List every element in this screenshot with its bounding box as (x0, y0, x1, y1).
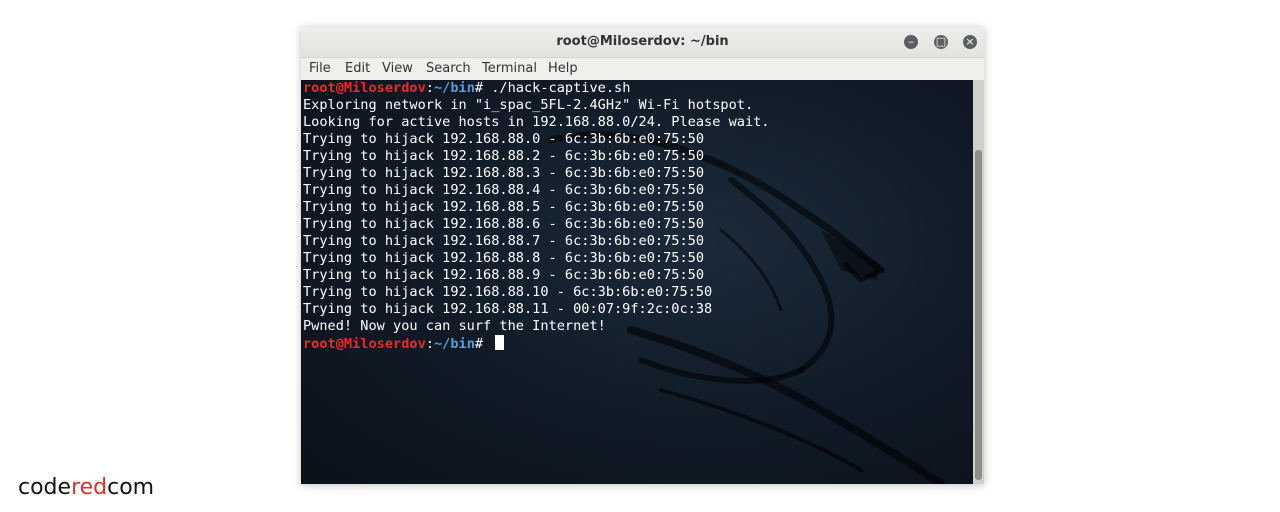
close-icon[interactable]: × (963, 35, 977, 49)
output-line: Trying to hijack 192.168.88.5 - 6c:3b:6b… (303, 199, 705, 215)
prompt-separator: : (425, 336, 434, 352)
output-line: Trying to hijack 192.168.88.4 - 6c:3b:6b… (303, 182, 705, 198)
output-line: Trying to hijack 192.168.88.6 - 6c:3b:6b… (303, 216, 705, 232)
minimize-icon[interactable]: – (904, 35, 918, 49)
output-line: Trying to hijack 192.168.88.10 - 6c:3b:6… (303, 284, 713, 300)
prompt-user: root@Miloserdov (303, 336, 426, 352)
output-line: Pwned! Now you can surf the Internet! (303, 318, 606, 334)
current-prompt-line[interactable]: root@Miloserdov:~/bin# (303, 335, 505, 352)
output-line: Trying to hijack 192.168.88.11 - 00:07:9… (303, 301, 713, 317)
output-line: Trying to hijack 192.168.88.2 - 6c:3b:6b… (303, 148, 705, 164)
prompt-user: root@Miloserdov (303, 80, 426, 96)
logo-com: com (107, 475, 155, 500)
prompt-symbol: # (474, 80, 492, 96)
output-line: Trying to hijack 192.168.88.3 - 6c:3b:6b… (303, 165, 705, 181)
output-line: Trying to hijack 192.168.88.0 - 6c:3b:6b… (303, 131, 705, 147)
menu-terminal[interactable]: Terminal (482, 61, 537, 76)
prompt-path: ~/bin (433, 80, 475, 96)
menu-search[interactable]: Search (426, 61, 471, 76)
window-title: root@Miloserdov: ~/bin (556, 34, 729, 49)
scrollbar[interactable] (973, 80, 984, 484)
output-line: Looking for active hosts in 192.168.88.0… (303, 114, 770, 130)
menu-file[interactable]: File (309, 61, 331, 76)
title-bar[interactable]: root@Miloserdov: ~/bin – □ × (301, 27, 984, 58)
menu-bar: File Edit View Search Terminal Help (301, 58, 984, 80)
command-text: ./hack-captive.sh (491, 80, 631, 96)
logo-code: code (18, 475, 72, 500)
prompt-path: ~/bin (433, 336, 475, 352)
menu-view[interactable]: View (382, 61, 413, 76)
coderedcom-logo: coderedcom (18, 475, 154, 500)
logo-red: red (71, 475, 108, 500)
output-line: Trying to hijack 192.168.88.9 - 6c:3b:6b… (303, 267, 705, 283)
menu-help[interactable]: Help (548, 61, 578, 76)
terminal-window: root@Miloserdov: ~/bin – □ × File Edit V… (301, 27, 984, 484)
scrollbar-thumb[interactable] (975, 150, 982, 480)
prompt-separator: : (425, 80, 434, 96)
terminal-area[interactable]: root@Miloserdov:~/bin# ./hack-captive.sh… (301, 80, 973, 484)
output-line: Trying to hijack 192.168.88.8 - 6c:3b:6b… (303, 250, 705, 266)
prompt-symbol: # (474, 336, 492, 352)
text-cursor (495, 335, 505, 350)
command-line: root@Miloserdov:~/bin# ./hack-captive.sh (303, 80, 630, 97)
output-line: Exploring network in "i_spac_5FL-2.4GHz"… (303, 97, 754, 113)
menu-edit[interactable]: Edit (345, 61, 370, 76)
output-line: Trying to hijack 192.168.88.7 - 6c:3b:6b… (303, 233, 705, 249)
maximize-icon[interactable]: □ (934, 35, 948, 49)
